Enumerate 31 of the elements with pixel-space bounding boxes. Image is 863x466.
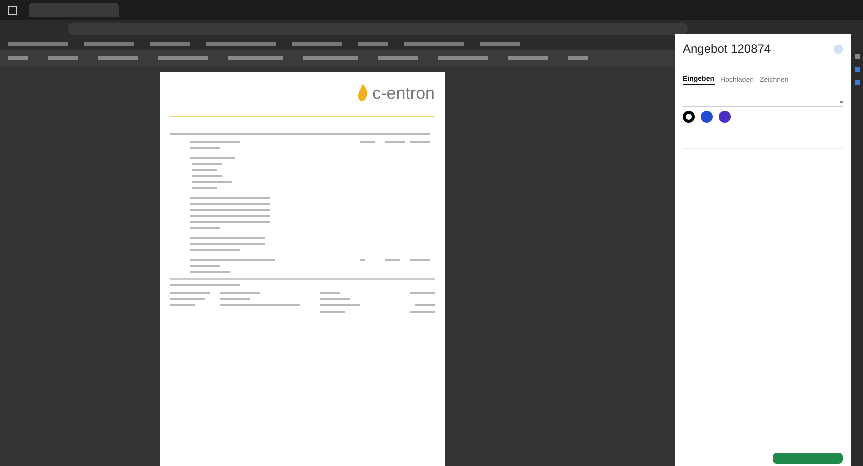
color-swatch[interactable] (719, 111, 731, 123)
toolbar-item[interactable] (98, 56, 138, 60)
panel-title: Angebot 120874 (683, 41, 772, 58)
toolbar-item[interactable] (568, 56, 588, 60)
confirm-button[interactable] (773, 453, 843, 464)
bookmark-item[interactable] (404, 42, 464, 46)
toolbar-item[interactable] (228, 56, 283, 60)
toolbar-item[interactable] (303, 56, 358, 60)
flame-icon (356, 84, 369, 102)
bookmark-item[interactable] (150, 42, 190, 46)
bookmark-item[interactable] (8, 42, 68, 46)
sidebar-icon[interactable] (854, 67, 860, 72)
toolbar-item[interactable] (438, 56, 488, 60)
color-swatch[interactable] (683, 111, 695, 123)
toolbar-item[interactable] (378, 56, 418, 60)
color-swatch[interactable] (701, 111, 713, 123)
sidebar-icon[interactable] (854, 80, 860, 85)
bookmark-item[interactable] (358, 42, 388, 46)
toolbar-item[interactable] (48, 56, 78, 60)
bookmark-item[interactable] (480, 42, 520, 46)
logo-text: c-entron (372, 84, 435, 102)
toolbar-item[interactable] (8, 56, 28, 60)
toolbar-item[interactable] (158, 56, 208, 60)
toolbar-item[interactable] (508, 56, 548, 60)
bookmark-item[interactable] (292, 42, 342, 46)
sidebar-icon[interactable] (854, 54, 860, 59)
panel-icon[interactable] (834, 44, 843, 54)
browser-tab[interactable] (29, 3, 119, 17)
tab-strip-icon[interactable] (8, 6, 17, 14)
bookmark-item[interactable] (206, 42, 276, 46)
bookmark-item[interactable] (84, 42, 134, 46)
